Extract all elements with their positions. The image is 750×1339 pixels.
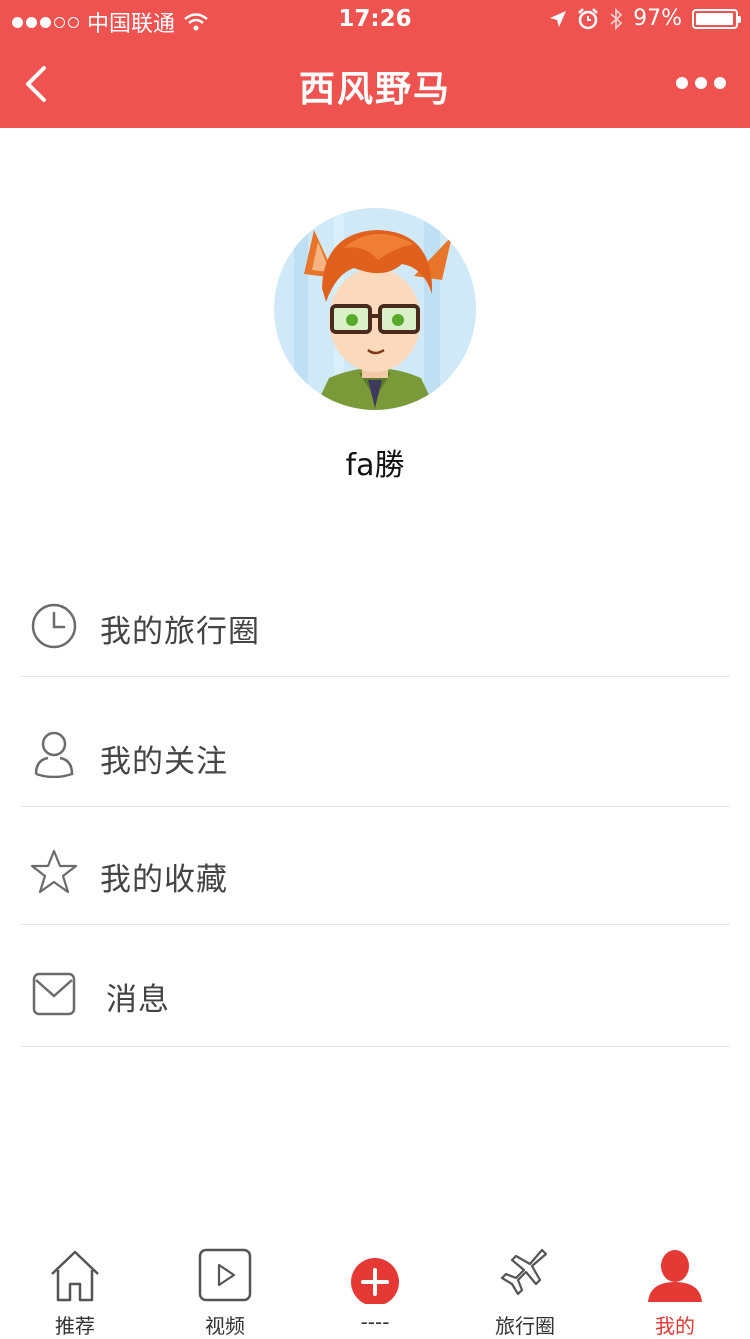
home-icon: [51, 1250, 99, 1302]
person-icon: [34, 731, 74, 778]
username: fa勝: [345, 448, 405, 483]
menu-item-favorites[interactable]: 我的收藏: [20, 808, 730, 925]
menu-item-label: 我的旅行圈: [100, 614, 260, 650]
tab-label: 视频: [205, 1314, 245, 1338]
tab-video[interactable]: 视频: [150, 1236, 300, 1338]
alarm-icon: [578, 7, 598, 29]
menu-item-travel-circle[interactable]: 我的旅行圈: [20, 560, 730, 677]
add-circle-icon: [351, 1258, 399, 1304]
menu-item-following[interactable]: 我的关注: [20, 678, 730, 807]
mail-icon: [32, 972, 76, 1016]
star-icon: [30, 849, 78, 894]
video-play-icon: [198, 1248, 252, 1302]
page-title: 西风野马: [298, 69, 451, 110]
header-bar: 中国联通 17:26 97% 西风野马: [0, 0, 750, 128]
battery-percent: 97%: [633, 6, 682, 31]
avatar-image: [274, 208, 476, 410]
tab-mine[interactable]: 我的: [600, 1236, 750, 1338]
more-button[interactable]: [676, 72, 726, 94]
menu-item-label: 我的关注: [100, 744, 228, 780]
more-dot: [695, 77, 707, 89]
location-arrow-icon: [550, 10, 567, 27]
tab-recommend[interactable]: 推荐: [0, 1236, 150, 1338]
tab-label: 我的: [655, 1314, 695, 1338]
tab-bar: 推荐 视频 ---- 旅行圈 我的: [0, 1236, 750, 1338]
tab-travel-circle[interactable]: 旅行圈: [450, 1236, 600, 1338]
tab-label: ----: [360, 1310, 390, 1334]
menu-item-label: 我的收藏: [100, 862, 228, 898]
battery-icon: [692, 8, 741, 29]
tab-publish[interactable]: ----: [300, 1236, 450, 1334]
plane-icon: [500, 1248, 548, 1296]
avatar[interactable]: [274, 208, 476, 410]
user-icon: [648, 1250, 702, 1302]
clock-icon: [31, 603, 77, 649]
menu-item-label: 消息: [106, 982, 170, 1018]
status-right: 97%: [549, 6, 741, 31]
more-dot: [676, 77, 688, 89]
tab-label: 推荐: [55, 1314, 95, 1338]
bluetooth-icon: [610, 7, 623, 30]
status-bar: 中国联通 17:26 97%: [0, 0, 750, 40]
menu-item-messages[interactable]: 消息: [20, 926, 730, 1047]
more-dot: [714, 77, 726, 89]
tab-label: 旅行圈: [495, 1314, 555, 1338]
